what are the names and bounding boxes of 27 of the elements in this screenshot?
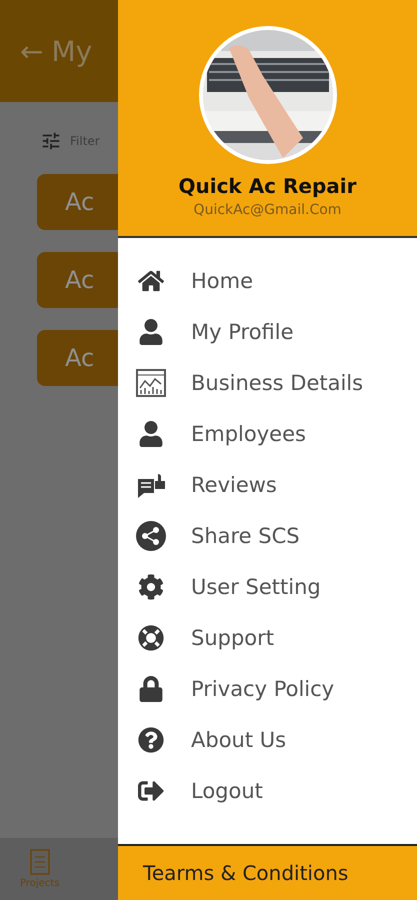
- business-email: QuickAc@Gmail.Com: [194, 202, 342, 218]
- menu-item[interactable]: Reviews: [118, 464, 417, 506]
- terms-link[interactable]: Tearms & Conditions: [118, 844, 417, 900]
- menu-item[interactable]: Business Details: [118, 362, 417, 404]
- help-icon: [138, 727, 164, 753]
- menu-item[interactable]: Support: [118, 617, 417, 659]
- person-icon: [138, 421, 164, 447]
- home-icon: [138, 268, 164, 294]
- menu-item[interactable]: About Us: [118, 719, 417, 761]
- share-icon: [136, 521, 166, 551]
- review-icon: [136, 471, 166, 499]
- filter-icon[interactable]: [40, 130, 62, 152]
- menu-item[interactable]: Share SCS: [118, 515, 417, 557]
- menu-item[interactable]: My Profile: [118, 311, 417, 353]
- menu-item[interactable]: Employees: [118, 413, 417, 455]
- business-name: Quick Ac Repair: [178, 174, 356, 198]
- page-title: My: [51, 34, 92, 68]
- lock-icon: [138, 676, 164, 702]
- settings-icon: [138, 574, 164, 600]
- menu-item[interactable]: Logout: [118, 770, 417, 812]
- lifebuoy-icon: [138, 625, 164, 651]
- menu-item[interactable]: Home: [118, 260, 417, 302]
- menu-item[interactable]: Privacy Policy: [118, 668, 417, 710]
- document-icon: [30, 849, 50, 875]
- person-icon: [138, 319, 164, 345]
- menu-item[interactable]: User Setting: [118, 566, 417, 608]
- chart-icon: [136, 368, 166, 398]
